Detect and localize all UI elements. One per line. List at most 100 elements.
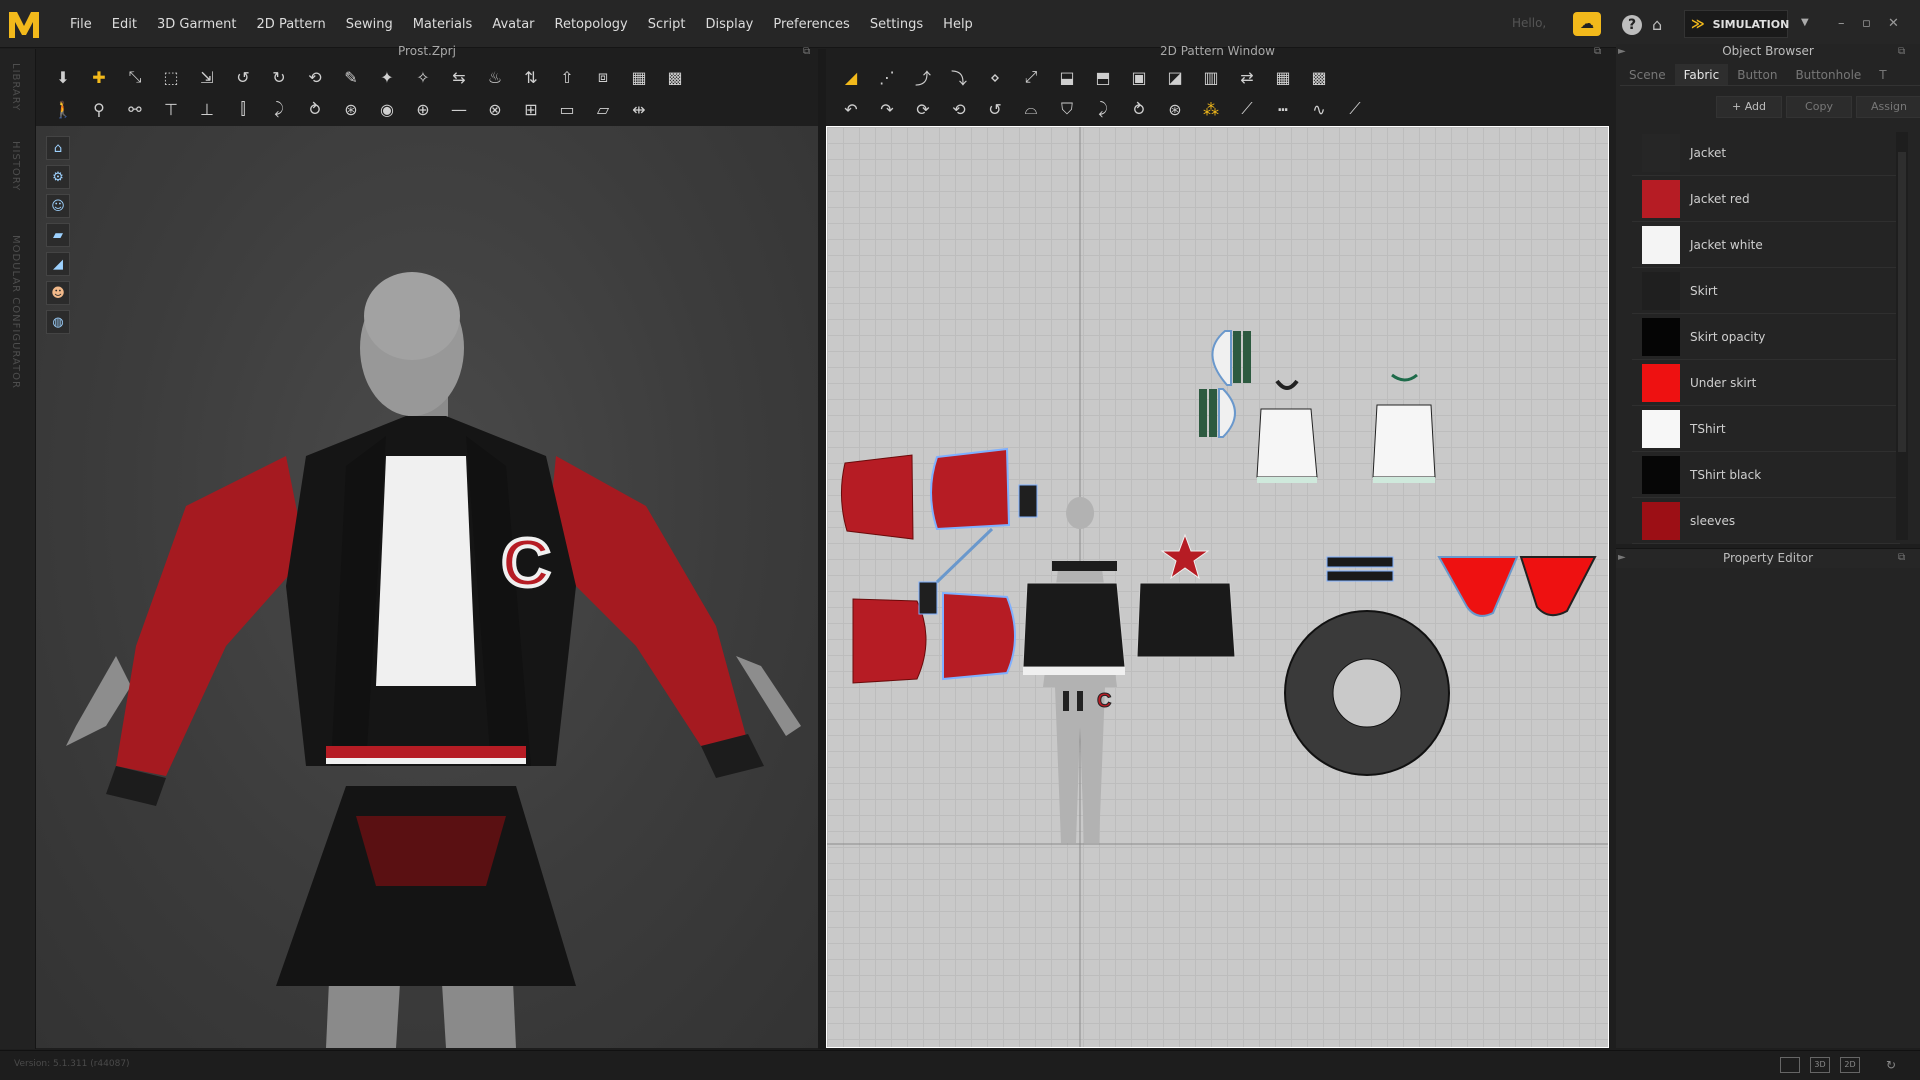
brush-icon[interactable]: ✦	[374, 65, 400, 89]
2d-button-icon[interactable]: ⁂	[1198, 97, 1224, 121]
garment-fit-icon[interactable]: ⚲	[86, 97, 112, 121]
2d-fold-icon[interactable]: ⇄	[1234, 65, 1260, 89]
2d-add-point-icon[interactable]: ⋄	[982, 65, 1008, 89]
edit-pattern-icon[interactable]: ⤡	[122, 65, 148, 89]
2d-transform-icon[interactable]: ◢	[838, 65, 864, 89]
menu-2d-pattern[interactable]: 2D Pattern	[247, 17, 336, 32]
add-fabric-button[interactable]: + Add	[1716, 96, 1782, 118]
measure-icon[interactable]: ⊤	[158, 97, 184, 121]
menu-avatar[interactable]: Avatar	[482, 17, 544, 32]
transform-pattern-icon[interactable]: ✚	[86, 65, 112, 89]
2d-window-popout-icon[interactable]: ⧉	[1594, 46, 1601, 57]
fabric-list-scrollbar[interactable]	[1896, 132, 1908, 540]
mode-selector[interactable]: ≫ SIMULATION	[1684, 10, 1789, 38]
object-browser-popout-icon[interactable]: ⧉	[1898, 46, 1905, 57]
tape-icon[interactable]: ⊥	[194, 97, 220, 121]
fabric-item[interactable]: Jacket red	[1632, 176, 1900, 222]
buttonhole-icon[interactable]: ⊕	[410, 97, 436, 121]
refresh-icon[interactable]: ↻	[1886, 1058, 1896, 1072]
fabric-item[interactable]: Jacket	[1632, 130, 1900, 176]
menu-materials[interactable]: Materials	[403, 17, 483, 32]
copy-fabric-button[interactable]: Copy	[1786, 96, 1852, 118]
3d-view-button[interactable]: 3D	[1810, 1057, 1830, 1073]
2d-line-icon[interactable]: ⟋	[1234, 97, 1260, 121]
tab-buttonhole[interactable]: Buttonhole	[1786, 64, 1870, 85]
3d-viewport[interactable]: ⌂ ⚙ ☺ ▰ ◢ ☻ ◍ C	[36, 126, 818, 1048]
2d-sew-segment-icon[interactable]: ↶	[838, 97, 864, 121]
panel-splitter[interactable]	[818, 49, 826, 1049]
arrange-icon[interactable]: ⇧	[554, 65, 580, 89]
menu-retopology[interactable]: Retopology	[545, 17, 638, 32]
fabric-item[interactable]: sleeves	[1632, 498, 1900, 544]
2d-shirt-icon[interactable]: ⛉	[1054, 97, 1080, 121]
edit-curve-icon[interactable]: ⬚	[158, 65, 184, 89]
library-tab[interactable]: LIBRARY	[10, 63, 21, 111]
2d-polygon-icon[interactable]: ⬒	[1090, 65, 1116, 89]
2d-grid-alt-icon[interactable]: ▩	[1306, 65, 1332, 89]
menu-3d-garment[interactable]: 3D Garment	[147, 17, 247, 32]
2d-sew-free-icon[interactable]: ↷	[874, 97, 900, 121]
segment-sewing-icon[interactable]: ↺	[230, 65, 256, 89]
2d-sew-check-icon[interactable]: ⟲	[946, 97, 972, 121]
2d-pattern-canvas[interactable]: C	[826, 126, 1609, 1048]
steam-icon[interactable]: ♨	[482, 65, 508, 89]
2d-trace-icon[interactable]: ▥	[1198, 65, 1224, 89]
texture-icon[interactable]: ⊞	[518, 97, 544, 121]
close-button[interactable]: ✕	[1888, 16, 1899, 31]
2d-pucker-icon[interactable]: ⊛	[1162, 97, 1188, 121]
history-tab[interactable]: HISTORY	[10, 141, 21, 191]
2d-dart-icon[interactable]: ◪	[1162, 65, 1188, 89]
move-pattern-icon[interactable]: ⇹	[626, 97, 652, 121]
2d-wave-icon[interactable]: ∿	[1306, 97, 1332, 121]
2d-rectangle-icon[interactable]: ⬓	[1054, 65, 1080, 89]
fabric-item[interactable]: Skirt	[1632, 268, 1900, 314]
mode-dropdown-icon[interactable]: ▼	[1801, 17, 1809, 28]
menu-file[interactable]: File	[60, 17, 102, 32]
2d-measure-icon[interactable]: ⟋	[1342, 97, 1368, 121]
fold-icon[interactable]: ⇆	[446, 65, 472, 89]
minimize-button[interactable]: –	[1838, 16, 1845, 31]
tack-icon[interactable]: ✧	[410, 65, 436, 89]
scrollbar-thumb[interactable]	[1898, 152, 1906, 452]
menu-sewing[interactable]: Sewing	[336, 17, 403, 32]
sticker-icon[interactable]: ▱	[590, 97, 616, 121]
pin-icon[interactable]: ⟲	[302, 65, 328, 89]
hanger-icon[interactable]: ⚯	[122, 97, 148, 121]
menu-edit[interactable]: Edit	[102, 17, 147, 32]
2d-stitch-icon[interactable]: ⤸	[1090, 97, 1116, 121]
2d-edit-point-icon[interactable]: ⋰	[874, 65, 900, 89]
2d-slash-icon[interactable]: ⤢	[1018, 65, 1044, 89]
menu-settings[interactable]: Settings	[860, 17, 933, 32]
2d-internal-rect-icon[interactable]: ▣	[1126, 65, 1152, 89]
menu-script[interactable]: Script	[638, 17, 696, 32]
free-sewing-icon[interactable]: ↻	[266, 65, 292, 89]
3d-window-popout-icon[interactable]: ⧉	[803, 46, 810, 57]
2d-sew-multi-icon[interactable]: ⟳	[910, 97, 936, 121]
pen-icon[interactable]: ✎	[338, 65, 364, 89]
grid-alt-icon[interactable]: ▩	[662, 65, 688, 89]
zipper-icon[interactable]: ⫿	[230, 97, 256, 121]
button-icon[interactable]: ◉	[374, 97, 400, 121]
avatar-pose-icon[interactable]: 🚶	[50, 97, 76, 121]
grid-icon[interactable]: ▦	[626, 65, 652, 89]
fabric-item[interactable]: Skirt opacity	[1632, 314, 1900, 360]
trim-icon[interactable]: ⊗	[482, 97, 508, 121]
maximize-button[interactable]: ▫	[1862, 16, 1871, 31]
line-icon[interactable]: —	[446, 97, 472, 121]
puckering-icon[interactable]: ⊛	[338, 97, 364, 121]
property-editor-popout-icon[interactable]: ⧉	[1898, 552, 1905, 563]
cloud-icon[interactable]: ☁	[1573, 12, 1601, 36]
2d-iron-icon[interactable]: ⌓	[1018, 97, 1044, 121]
2d-grid-icon[interactable]: ▦	[1270, 65, 1296, 89]
menu-preferences[interactable]: Preferences	[763, 17, 859, 32]
fabric-item[interactable]: TShirt	[1632, 406, 1900, 452]
split-view-button[interactable]	[1780, 1057, 1800, 1073]
menu-help[interactable]: Help	[933, 17, 983, 32]
tab-button[interactable]: Button	[1728, 64, 1786, 85]
stitch-icon[interactable]: ⤸	[266, 97, 292, 121]
assign-fabric-button[interactable]: Assign	[1856, 96, 1920, 118]
tab-more[interactable]: T	[1870, 64, 1895, 85]
shrink-icon[interactable]: ⇅	[518, 65, 544, 89]
2d-sew-edit-icon[interactable]: ↺	[982, 97, 1008, 121]
help-icon[interactable]: ?	[1622, 15, 1642, 35]
